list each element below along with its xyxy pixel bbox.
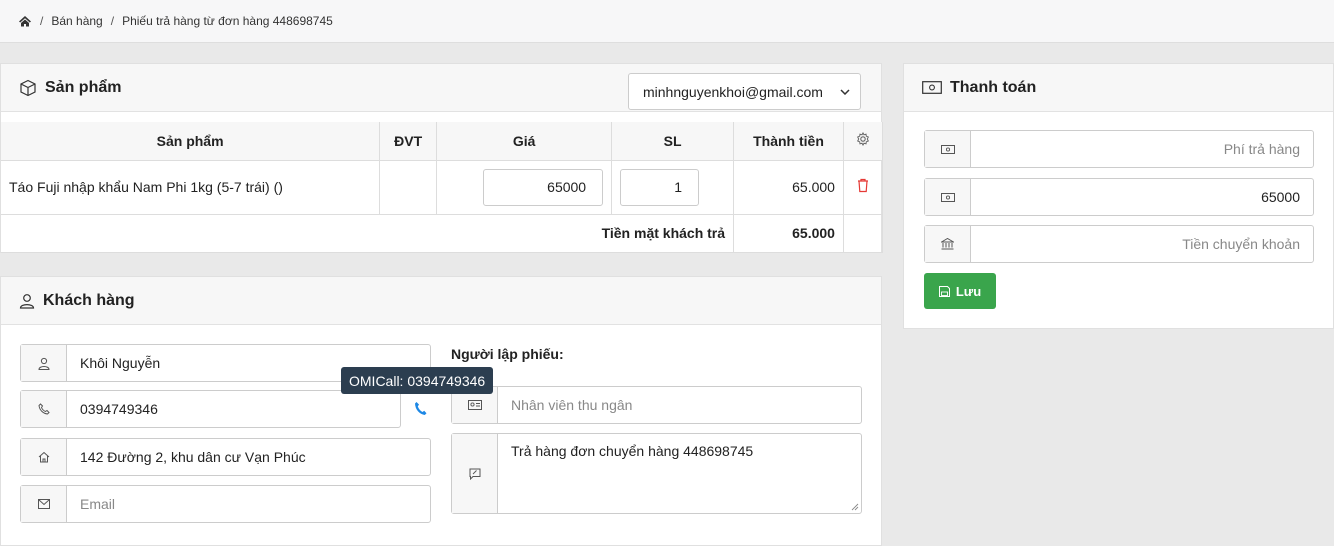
- home-icon: [21, 439, 67, 475]
- products-title: Sản phẩm: [45, 78, 122, 96]
- total-row: Tiền mặt khách trả 65.000: [1, 213, 884, 253]
- transfer-amount-input[interactable]: Tiền chuyển khoản: [924, 225, 1314, 263]
- user-icon: [21, 345, 67, 381]
- product-name: Táo Fuji nhập khẩu Nam Phi 1kg (5-7 trái…: [1, 159, 381, 215]
- customer-address-value: 142 Đường 2, khu dân cư Vạn Phúc: [80, 449, 306, 465]
- phone-icon: [21, 391, 67, 427]
- payment-title: Thanh toán: [950, 78, 1037, 96]
- price-input[interactable]: 65000: [483, 168, 604, 206]
- resize-handle-icon[interactable]: [851, 503, 859, 511]
- column-header-product: Sản phẩm: [1, 122, 381, 161]
- account-select-value: minhnguyenkhoi@gmail.com: [643, 83, 823, 100]
- user-icon: [19, 293, 35, 309]
- note-value: Trả hàng đơn chuyển hàng 448698745: [511, 443, 754, 459]
- chevron-down-icon: [840, 88, 850, 95]
- floppy-disk-icon: [938, 285, 950, 297]
- payment-card: Thanh toán Phí trả hàng 65000 Tiền chuyể…: [903, 63, 1334, 329]
- customer-header: Khách hàng: [1, 277, 881, 325]
- product-total: 65.000: [733, 159, 844, 215]
- column-header-settings[interactable]: [842, 122, 884, 161]
- products-table: Sản phẩm ĐVT Giá SL Thành tiền Táo Fuji …: [1, 122, 884, 253]
- customer-phone-value: 0394749346: [80, 401, 158, 417]
- cashier-field[interactable]: Nhân viên thu ngân: [451, 386, 862, 424]
- save-button[interactable]: Lưu: [924, 273, 996, 309]
- column-header-unit: ĐVT: [379, 122, 438, 161]
- cash-icon: [922, 81, 942, 94]
- products-header: Sản phẩm minhnguyenkhoi@gmail.com: [1, 64, 881, 112]
- breadcrumb-separator: /: [40, 14, 44, 28]
- customer-name-value: Khôi Nguyễn: [80, 355, 161, 371]
- total-empty-cell: [842, 213, 884, 253]
- breadcrumb-sales-link[interactable]: Bán hàng: [51, 14, 102, 28]
- customer-email-placeholder: Email: [80, 496, 116, 512]
- creator-label: Người lập phiếu:: [451, 346, 564, 362]
- total-value: 65.000: [733, 213, 844, 253]
- product-unit: [379, 159, 438, 215]
- phone-tooltip: OMICall: 0394749346: [341, 367, 494, 394]
- customer-title: Khách hàng: [43, 291, 135, 309]
- breadcrumb: / Bán hàng / Phiếu trả hàng từ đơn hàng …: [0, 0, 1334, 43]
- return-fee-input[interactable]: Phí trả hàng: [924, 130, 1314, 168]
- trash-icon[interactable]: [857, 178, 869, 193]
- account-select[interactable]: minhnguyenkhoi@gmail.com: [628, 73, 861, 110]
- cash-icon: [925, 179, 971, 215]
- save-button-label: Lưu: [955, 283, 982, 299]
- bank-icon: [925, 226, 971, 262]
- table-row: Táo Fuji nhập khẩu Nam Phi 1kg (5-7 trái…: [1, 159, 884, 215]
- gear-icon[interactable]: [856, 132, 870, 147]
- breadcrumb-current: Phiếu trả hàng từ đơn hàng 448698745: [122, 14, 333, 28]
- home-icon[interactable]: [18, 15, 32, 27]
- cash-amount-input[interactable]: 65000: [924, 178, 1314, 216]
- column-header-total: Thành tiền: [733, 122, 844, 161]
- envelope-icon: [21, 486, 67, 522]
- return-fee-placeholder: Phí trả hàng: [1223, 141, 1300, 157]
- total-label: Tiền mặt khách trả: [1, 213, 735, 253]
- cashier-placeholder: Nhân viên thu ngân: [511, 397, 633, 413]
- payment-header: Thanh toán: [904, 64, 1333, 112]
- transfer-amount-placeholder: Tiền chuyển khoản: [1182, 236, 1300, 252]
- cash-amount-value: 65000: [1261, 189, 1300, 205]
- call-phone-icon[interactable]: [414, 401, 427, 416]
- breadcrumb-separator: /: [110, 14, 115, 28]
- cash-icon: [925, 131, 971, 167]
- customer-email-field[interactable]: Email: [20, 485, 431, 523]
- quantity-input[interactable]: 1: [620, 168, 700, 206]
- customer-address-field[interactable]: 142 Đường 2, khu dân cư Vạn Phúc: [20, 438, 431, 476]
- products-card: Sản phẩm minhnguyenkhoi@gmail.com Sản ph…: [0, 63, 884, 253]
- note-textarea[interactable]: Trả hàng đơn chuyển hàng 448698745: [451, 433, 862, 514]
- box-icon: [19, 79, 37, 97]
- comment-icon: [452, 434, 498, 513]
- column-header-price: Giá: [436, 122, 613, 161]
- customer-phone-field[interactable]: 0394749346: [20, 390, 401, 428]
- column-header-qty: SL: [611, 122, 735, 161]
